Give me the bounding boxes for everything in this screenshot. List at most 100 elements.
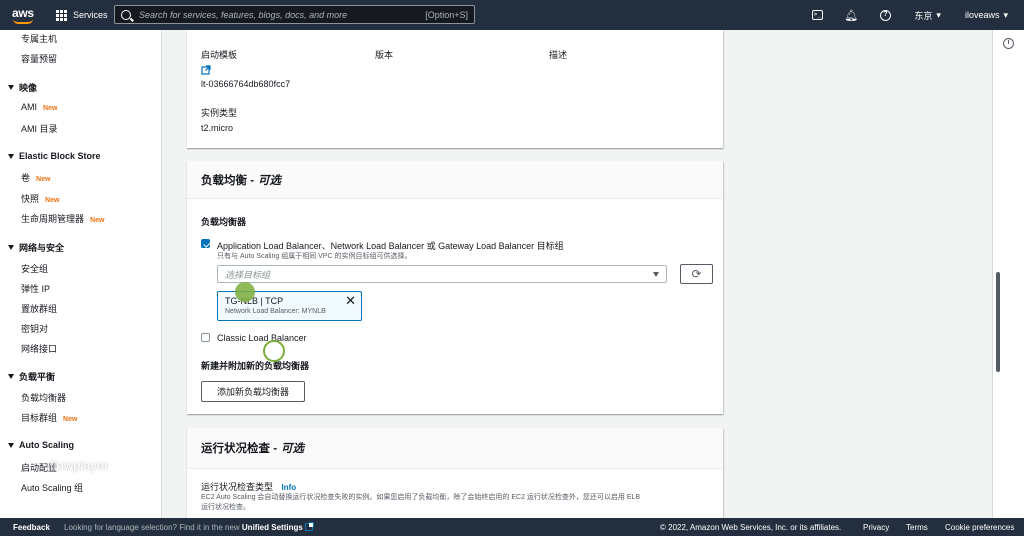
account-label: iloveaws [964,10,1000,20]
instance-type-label: 实例类型 [201,108,238,118]
external-link-icon [305,521,315,531]
services-menu-button[interactable]: Services [56,9,108,21]
load-balancing-panel: 负载均衡 - 可选 负载均衡器 Application Load Balancer… [187,161,723,414]
add-new-load-balancer-button[interactable]: 添加新负载均衡器 [201,381,305,402]
new-badge: New [36,176,51,183]
sidebar-section-ebs[interactable]: Elastic Block Store [8,151,101,161]
caret-down-icon [8,245,14,250]
bell-icon: 🔔︎ [844,9,859,22]
flowplayer-watermark: flowplayer [50,458,109,473]
sidebar-section-network-security[interactable]: 网络与安全 [8,241,64,254]
aws-logo-text: aws [12,6,34,20]
optional-label: 可选 [281,443,305,455]
sidebar-item-dedicated-hosts[interactable]: 专属主机 [21,32,57,45]
region-label: 东京 [914,10,933,21]
health-check-header: 运行状况检查 - 可选 [187,428,723,469]
sidebar-item-lifecycle-manager[interactable]: 生命周期管理器 New [21,212,104,225]
sidebar: 专属主机 容量预留 映像 AMI New AMI 目录 Elastic Block… [0,30,162,518]
caret-down-icon [8,85,14,90]
sidebar-section-auto-scaling[interactable]: Auto Scaling [8,440,74,450]
sidebar-item-security-groups[interactable]: 安全组 [21,262,48,275]
health-check-title: 运行状况检查 - [201,443,278,455]
alb-nlb-description: 只有与 Auto Scaling 组属于相同 VPC 的实例目标组可供选择。 [217,253,412,260]
new-badge: New [90,217,105,224]
aws-smile-icon [13,19,33,24]
grid-icon [56,9,67,21]
load-balancers-label: 负载均衡器 [201,217,247,227]
account-menu[interactable]: iloveaws ▾ [965,10,1008,21]
sidebar-item-snapshots[interactable]: 快照 New [21,192,59,205]
sidebar-item-volumes[interactable]: 卷 New [21,171,50,184]
new-badge: New [63,416,78,423]
terminal-icon: >_ [811,10,823,20]
cloudshell-button[interactable]: >_ [800,10,834,20]
sidebar-item-network-interfaces[interactable]: 网络接口 [21,342,57,355]
target-group-placeholder: 选择目标组 [225,269,271,280]
scrollbar-thumb[interactable] [996,272,1000,372]
new-badge: New [43,105,58,112]
caret-down-icon [8,442,14,448]
close-icon[interactable]: ✕ [345,294,356,307]
sidebar-item-ami[interactable]: AMI New [21,102,57,112]
launch-template-label: 启动模板 [201,50,238,60]
load-balancing-header: 负载均衡 - 可选 [187,161,723,199]
alb-nlb-checkbox[interactable] [201,239,210,248]
search-shortcut-hint: [Option+S] [425,9,468,20]
cookie-preferences-link[interactable]: Cookie preferences [945,523,1014,532]
privacy-link[interactable]: Privacy [863,523,889,532]
search-placeholder: Search for services, features, blogs, do… [139,9,348,20]
sidebar-item-elastic-ips[interactable]: 弹性 IP [21,282,50,295]
sidebar-item-auto-scaling-groups[interactable]: Auto Scaling 组 [21,481,83,494]
sidebar-item-target-groups[interactable]: 目标群组 New [21,411,77,424]
caret-down-icon: ▾ [1003,9,1008,20]
copyright-text: © 2022, Amazon Web Services, Inc. or its… [660,522,842,532]
aws-logo[interactable]: aws [10,4,50,26]
caret-down-icon [653,272,659,277]
caret-down-icon [8,374,14,379]
feedback-link[interactable]: Feedback [13,523,50,532]
new-badge: New [45,197,60,204]
top-nav: aws Services Search for services, featur… [0,0,1024,30]
nav-right: >_ 🔔︎ ? 东京 ▾ iloveaws ▾ [800,0,1024,30]
region-selector[interactable]: 东京 ▾ [914,9,941,22]
terms-link[interactable]: Terms [906,523,928,532]
sidebar-item-capacity-reservations[interactable]: 容量预留 [21,52,57,65]
info-icon[interactable]: i [1003,38,1014,49]
search-icon [121,9,131,20]
external-link-icon[interactable] [201,65,211,75]
unified-settings-link[interactable]: Unified Settings [242,523,303,532]
load-balancing-title: 负载均衡 - [201,174,255,187]
classic-lb-checkbox[interactable] [201,333,210,342]
health-check-panel: 运行状况检查 - 可选 运行状况检查类型 Info EC2 Auto Scalin… [187,428,723,518]
instance-type-value: t2.micro [201,123,234,133]
new-lb-label: 新建并附加新的负载均衡器 [201,361,310,371]
language-hint: Looking for language selection? Find it … [64,521,315,532]
support-button[interactable]: ? [868,9,902,21]
health-check-description-1: EC2 Auto Scaling 会自动替换运行状况检查失败的实例。如果您启用了… [201,494,641,501]
launch-template-panel: 启动模板 版本 描述 lt-03666764db680fcc7 实例类型 t2.… [187,30,723,148]
info-link[interactable]: Info [282,483,297,492]
cursor-highlight [235,282,255,302]
cursor-ring [263,340,285,362]
sidebar-section-load-balancing[interactable]: 负载平衡 [8,370,55,383]
sidebar-item-ami-catalog[interactable]: AMI 目录 [21,122,58,135]
description-label: 描述 [549,50,568,60]
refresh-icon: ⟳ [691,267,702,281]
caret-down-icon: ▾ [936,9,941,20]
sidebar-item-key-pairs[interactable]: 密钥对 [21,322,48,335]
launch-template-id[interactable]: lt-03666764db680fcc7 [201,79,290,89]
classic-lb-label[interactable]: Classic Load Balancer [217,333,307,343]
refresh-button[interactable]: ⟳ [680,264,713,284]
help-icon: ? [879,9,891,21]
sidebar-item-load-balancers[interactable]: 负载均衡器 [21,391,66,404]
target-group-select[interactable]: 选择目标组 [217,265,667,283]
sidebar-section-images[interactable]: 映像 [8,81,37,94]
caret-down-icon [8,153,14,159]
health-check-description-2: 运行状况检查。 [201,504,250,511]
search-input[interactable]: Search for services, features, blogs, do… [114,5,475,24]
sidebar-item-placement-groups[interactable]: 置放群组 [21,302,57,315]
version-label: 版本 [375,50,394,60]
footer: Feedback Looking for language selection?… [0,518,1024,536]
notifications-button[interactable]: 🔔︎ [834,9,868,22]
optional-label: 可选 [258,174,282,187]
